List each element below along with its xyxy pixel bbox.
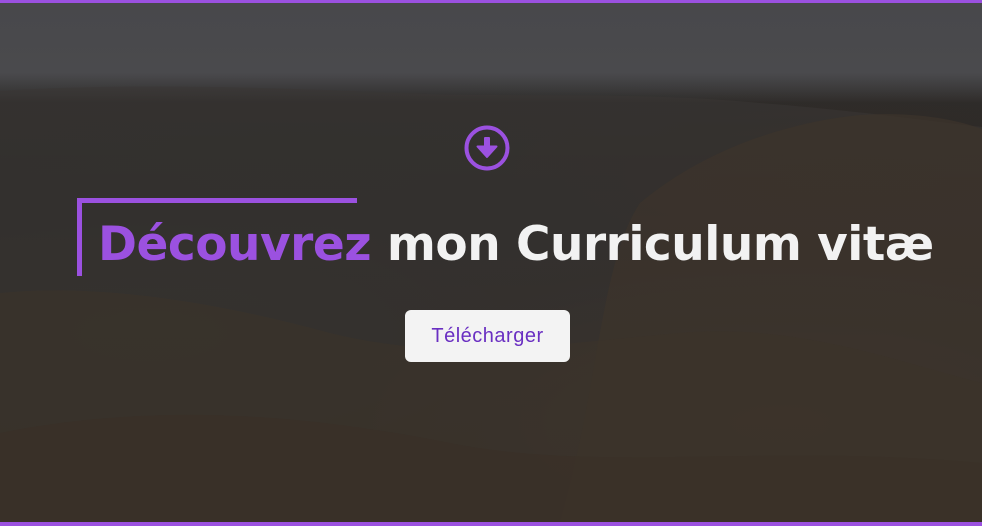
title-accent: Découvrez xyxy=(98,217,372,272)
hero-content: Découvrez mon Curriculum vitæ Télécharge… xyxy=(0,3,982,522)
title-rest: mon Curriculum vitæ xyxy=(371,217,934,272)
hero-title: Découvrez mon Curriculum vitæ xyxy=(98,213,934,277)
download-cv-button[interactable]: Télécharger xyxy=(405,310,570,362)
arrow-circle-down-icon[interactable] xyxy=(464,125,510,171)
hero-section: Découvrez mon Curriculum vitæ Télécharge… xyxy=(0,0,982,526)
